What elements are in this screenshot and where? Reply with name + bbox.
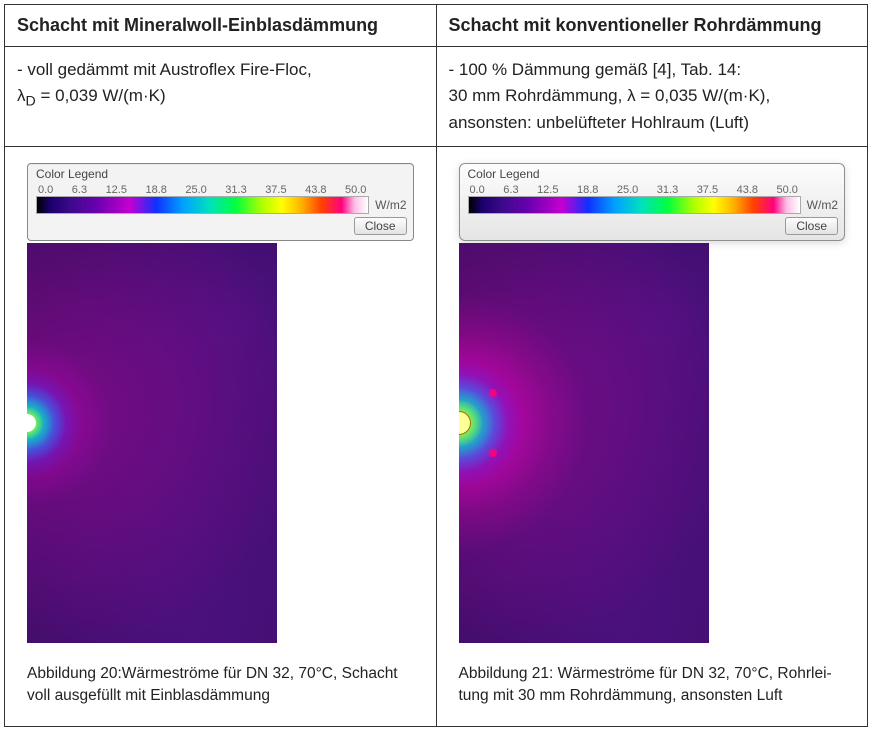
legend-left-units: W/m2 xyxy=(375,198,406,212)
close-button-left[interactable]: Close xyxy=(354,217,407,235)
header-right: Schacht mit konventioneller Rohrdämmung xyxy=(436,5,868,47)
desc-right-line2: 30 mm Rohrdämmung, λ = 0,035 W/(m·K), xyxy=(449,86,771,105)
lambda-sub: D xyxy=(26,94,36,110)
figure-left-cell: Color Legend 0.0 6.3 12.5 18.8 25.0 31.3… xyxy=(5,147,437,727)
legend-left: Color Legend 0.0 6.3 12.5 18.8 25.0 31.3… xyxy=(27,163,414,241)
legend-right-units: W/m2 xyxy=(807,198,838,212)
comparison-table: Schacht mit Mineralwoll-Einblasdämmung S… xyxy=(4,4,868,727)
desc-right-line1: - 100 % Dämmung gemäß [4], Tab. 14: xyxy=(449,60,742,79)
legend-left-ticks: 0.0 6.3 12.5 18.8 25.0 31.3 37.5 43.8 50… xyxy=(38,184,367,196)
legend-right: Color Legend 0.0 6.3 12.5 18.8 25.0 31.3… xyxy=(459,163,846,241)
legend-right-title: Color Legend xyxy=(468,167,839,181)
thermal-image-right xyxy=(459,243,709,643)
legend-right-ticks: 0.0 6.3 12.5 18.8 25.0 31.3 37.5 43.8 50… xyxy=(470,184,799,196)
desc-right: - 100 % Dämmung gemäß [4], Tab. 14: 30 m… xyxy=(436,47,868,147)
thermal-image-left xyxy=(27,243,277,643)
gradient-bar-icon xyxy=(468,196,801,214)
gradient-bar-icon xyxy=(36,196,369,214)
caption-right: Abbildung 21: Wärmeströme für DN 32, 70°… xyxy=(459,663,846,706)
desc-left-line2b: = 0,039 W/(m·K) xyxy=(36,86,166,105)
desc-right-line3: ansonsten: unbelüfteter Hohlraum (Luft) xyxy=(449,113,750,132)
header-left: Schacht mit Mineralwoll-Einblasdämmung xyxy=(5,5,437,47)
legend-left-title: Color Legend xyxy=(36,167,407,181)
caption-left: Abbildung 20:Wärmeströme für DN 32, 70°C… xyxy=(27,663,414,706)
desc-left-line1: - voll gedämmt mit Austroflex Fire-Floc, xyxy=(17,60,312,79)
lambda-symbol: λ xyxy=(17,86,26,105)
figure-right-cell: Color Legend 0.0 6.3 12.5 18.8 25.0 31.3… xyxy=(436,147,868,727)
close-button-right[interactable]: Close xyxy=(785,217,838,235)
desc-left: - voll gedämmt mit Austroflex Fire-Floc,… xyxy=(5,47,437,147)
